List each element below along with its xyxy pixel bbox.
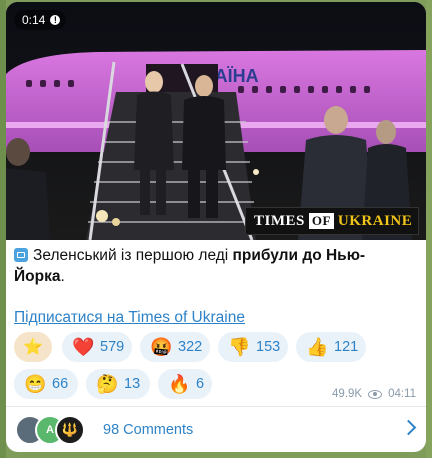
comments-button[interactable]: A 🔱 98 Comments xyxy=(6,407,426,452)
thumbs-down-icon: 👎 xyxy=(228,337,251,357)
heart-icon: ❤️ xyxy=(72,337,95,357)
view-count: 49.9K xyxy=(332,388,363,400)
reaction-grin-button[interactable]: 😁 66 xyxy=(14,369,78,399)
reaction-count: 322 xyxy=(178,339,203,355)
tv-icon xyxy=(14,248,28,262)
chat-background-right xyxy=(426,0,432,458)
watermark-part-2: OF xyxy=(308,213,334,229)
subscribe-link[interactable]: Підписатися на Times of Ukraine xyxy=(14,309,245,327)
post-card: УКРАЇНА 0:14 ! TIMES OF UKRAINE Зеленськ… xyxy=(6,2,426,452)
eye-icon xyxy=(368,389,383,399)
video-timer: 0:14 ! xyxy=(14,10,67,30)
star-icon: ⭐ xyxy=(23,339,43,356)
channel-watermark: TIMES OF UKRAINE xyxy=(245,207,419,235)
comments-label: 98 Comments xyxy=(103,421,194,438)
chevron-right-icon xyxy=(400,419,417,436)
angry-face-icon: 🤬 xyxy=(150,337,173,357)
muted-icon[interactable]: ! xyxy=(50,15,61,25)
reaction-star-button[interactable]: ⭐ xyxy=(14,332,52,362)
caption-end: . xyxy=(60,268,65,285)
reaction-count: 66 xyxy=(52,376,69,392)
watermark-part-3: UKRAINE xyxy=(337,212,413,229)
reaction-thumbs-down-button[interactable]: 👎 153 xyxy=(218,332,288,362)
reaction-count: 13 xyxy=(124,376,141,392)
video-player[interactable]: УКРАЇНА 0:14 ! TIMES OF UKRAINE xyxy=(6,2,426,240)
reaction-count: 6 xyxy=(196,376,205,392)
thumbs-up-icon: 👍 xyxy=(306,337,329,357)
reaction-fire-button[interactable]: 🔥 6 xyxy=(158,369,212,399)
avatar: 🔱 xyxy=(55,414,85,445)
post-time: 04:11 xyxy=(388,388,416,400)
commenter-avatars: A 🔱 xyxy=(15,414,89,445)
post-meta: 49.9K 04:11 xyxy=(332,388,416,400)
reaction-heart-button[interactable]: ❤️ 579 xyxy=(62,332,132,362)
reaction-count: 579 xyxy=(100,339,125,355)
reaction-count: 153 xyxy=(256,339,281,355)
reaction-thinking-button[interactable]: 🤔 13 xyxy=(86,369,150,399)
grinning-face-icon: 😁 xyxy=(24,374,47,394)
thinking-face-icon: 🤔 xyxy=(96,374,119,394)
video-timer-text: 0:14 xyxy=(22,13,46,27)
reaction-angry-button[interactable]: 🤬 322 xyxy=(140,332,210,362)
caption-text: Зеленський із першою леді xyxy=(33,247,233,264)
video-frame: УКРАЇНА xyxy=(6,2,426,240)
watermark-part-1: TIMES xyxy=(254,212,305,229)
reaction-count: 121 xyxy=(334,339,359,355)
reaction-thumbs-up-button[interactable]: 👍 121 xyxy=(296,332,366,362)
fire-icon: 🔥 xyxy=(168,374,191,394)
post-caption: Зеленський із першою леді прибули до Нью… xyxy=(14,245,414,287)
